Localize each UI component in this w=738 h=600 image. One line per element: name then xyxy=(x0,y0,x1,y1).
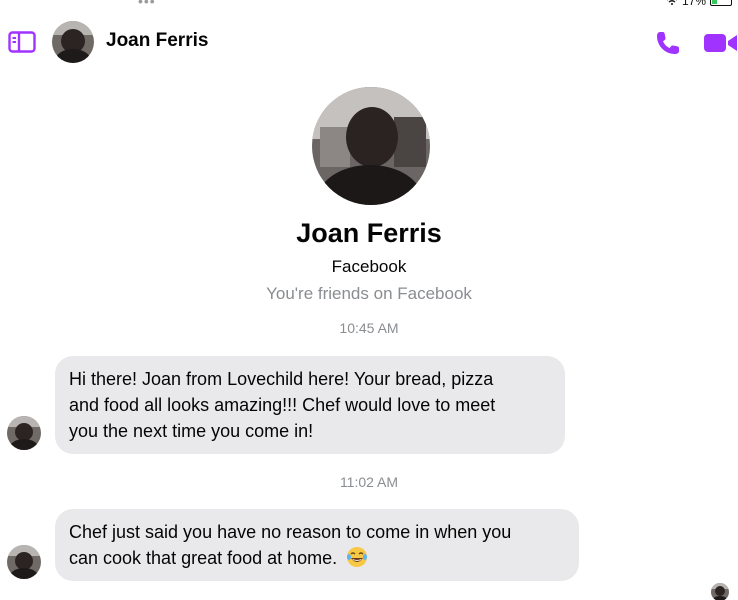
message-line: you the next time you come in! xyxy=(69,421,314,441)
multitasking-dots[interactable]: ••• xyxy=(138,0,156,9)
status-bar-right: 17% xyxy=(666,0,732,8)
message-bubble[interactable]: Chef just said you have no reason to com… xyxy=(55,509,579,581)
profile-name: Joan Ferris xyxy=(296,218,442,248)
wifi-icon xyxy=(666,0,677,5)
sender-avatar[interactable] xyxy=(7,545,41,579)
profile-platform: Facebook xyxy=(331,257,407,276)
message-line: Chef just said you have no reason to com… xyxy=(69,522,512,542)
message-line: Hi there! Joan from Lovechild here! Your… xyxy=(69,369,494,389)
message-timestamp: 11:02 AM xyxy=(339,474,399,490)
message-line: and food all looks amazing!!! Chef would… xyxy=(69,395,496,415)
tears-of-joy-emoji xyxy=(347,547,368,567)
profile-photo[interactable] xyxy=(312,87,430,205)
battery-charging-icon xyxy=(710,0,732,6)
contact-avatar[interactable] xyxy=(52,21,94,63)
message-timestamp: 10:45 AM xyxy=(339,320,399,336)
seen-indicator-avatar xyxy=(711,583,729,600)
battery-percent: 17% xyxy=(681,0,706,8)
message-line: can cook that great food at home. xyxy=(69,548,338,568)
video-camera-icon[interactable] xyxy=(703,32,738,54)
conversation-header: Joan Ferris xyxy=(0,18,738,68)
contact-name[interactable]: Joan Ferris xyxy=(106,30,208,52)
phone-icon[interactable] xyxy=(654,29,682,57)
messenger-screen: ••• 17% Joan Ferris Joan Ferris Facebook… xyxy=(0,0,738,600)
message-bubble[interactable]: Hi there! Joan from Lovechild here! Your… xyxy=(55,356,565,454)
friend-status: You're friends on Facebook xyxy=(266,284,472,303)
sidebar-toggle-icon[interactable] xyxy=(8,31,36,53)
message-line-with-emoji: can cook that great food at home. xyxy=(69,545,565,571)
sender-avatar[interactable] xyxy=(7,416,41,450)
